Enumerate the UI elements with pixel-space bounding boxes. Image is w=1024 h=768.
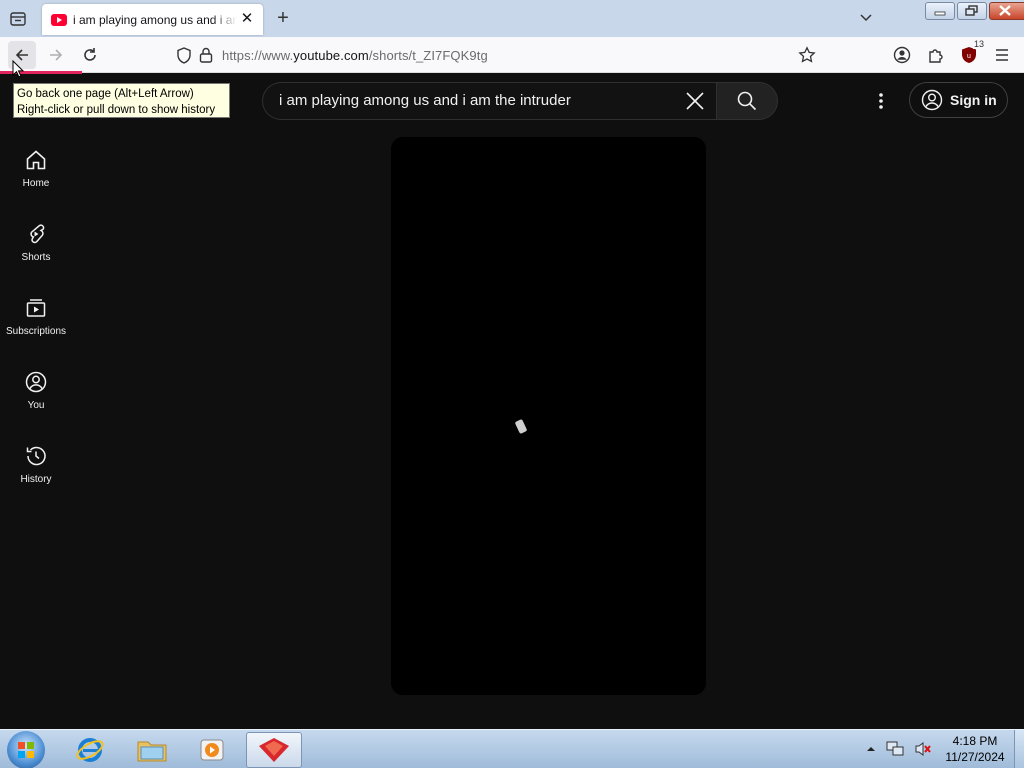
windows-taskbar: 4:18 PM 11/27/2024	[0, 729, 1024, 768]
you-icon	[25, 371, 47, 393]
mouse-cursor-icon	[12, 60, 24, 78]
search-icon	[737, 91, 757, 111]
minimize-icon	[934, 11, 946, 16]
star-icon	[798, 46, 816, 63]
clock-date: 11/27/2024	[945, 750, 1005, 764]
shorts-video-player[interactable]	[391, 137, 706, 695]
search-input[interactable]: i am playing among us and i am the intru…	[262, 82, 716, 120]
sidebar-item-history[interactable]: History	[0, 432, 72, 506]
new-tab-button[interactable]: +	[272, 8, 294, 30]
extension-badge: 13	[972, 39, 985, 49]
clock-time: 4:18 PM	[952, 734, 998, 748]
start-button[interactable]	[7, 731, 45, 768]
taskbar-media-player[interactable]	[184, 732, 240, 768]
url-host: youtube.com	[293, 48, 369, 63]
app-menu-button[interactable]	[988, 41, 1016, 69]
tab-strip: i am playing among us and i am the intru…	[0, 0, 1024, 37]
tab-list-icon	[10, 12, 26, 26]
close-window-button[interactable]	[989, 2, 1024, 20]
url-prefix: https://www.	[222, 48, 294, 63]
show-hidden-icons-icon[interactable]	[866, 744, 876, 754]
sidebar-item-subscriptions[interactable]: Subscriptions	[0, 284, 72, 358]
hamburger-menu-icon	[996, 49, 1008, 61]
youtube-favicon-icon	[51, 13, 67, 26]
sidebar-item-label: Shorts	[21, 252, 51, 263]
minimize-button[interactable]	[925, 2, 955, 20]
tooltip-line-2: Right-click or pull down to show history	[17, 104, 216, 116]
shorts-icon	[30, 224, 45, 244]
tab-title: i am playing among us and i am the intru…	[73, 12, 237, 27]
reload-button[interactable]	[76, 41, 104, 69]
lock-icon[interactable]	[199, 47, 213, 63]
forward-button[interactable]	[42, 41, 70, 69]
sign-in-label: Sign in	[950, 92, 997, 108]
taskbar-browser-active[interactable]	[246, 732, 302, 768]
browser-app-icon	[259, 738, 289, 762]
network-icon[interactable]	[886, 741, 904, 757]
url-path: /shorts/t_ZI7FQK9tg	[368, 48, 488, 63]
show-desktop-button[interactable]	[1014, 730, 1024, 768]
volume-muted-icon[interactable]	[914, 741, 932, 757]
sign-in-button[interactable]: Sign in	[909, 82, 1008, 118]
clear-x-icon	[686, 92, 704, 110]
system-tray	[866, 736, 932, 762]
history-icon	[26, 446, 46, 466]
url-text[interactable]: https://www.youtube.com/shorts/t_ZI7FQK9…	[222, 48, 488, 63]
chevron-down-icon	[860, 14, 872, 22]
sidebar-item-label: Subscriptions	[5, 326, 67, 337]
internet-explorer-icon	[76, 738, 104, 762]
search-query-text: i am playing among us and i am the intru…	[279, 92, 571, 109]
screen: i am playing among us and i am the intru…	[0, 0, 1024, 768]
address-bar[interactable]: https://www.youtube.com/shorts/t_ZI7FQK9…	[170, 40, 828, 70]
taskbar-clock[interactable]: 4:18 PM 11/27/2024	[940, 733, 1010, 765]
taskbar-internet-explorer[interactable]	[62, 732, 118, 768]
tab-list-button[interactable]	[6, 8, 30, 30]
sidebar-item-home[interactable]: Home	[0, 136, 72, 210]
list-all-tabs-button[interactable]	[858, 10, 876, 26]
more-vertical-icon	[879, 93, 883, 109]
back-button-tooltip: Go back one page (Alt+Left Arrow) Right-…	[13, 83, 230, 118]
sidebar-item-label: Home	[22, 178, 50, 189]
forward-arrow-icon	[50, 49, 63, 61]
navigation-toolbar: https://www.youtube.com/shorts/t_ZI7FQK9…	[0, 37, 1024, 73]
active-tab[interactable]: i am playing among us and i am the intru…	[42, 4, 263, 35]
clear-search-button[interactable]	[680, 86, 710, 116]
extensions-button[interactable]	[922, 41, 950, 69]
account-icon	[893, 46, 911, 64]
home-icon	[26, 150, 46, 170]
svg-text:u: u	[967, 53, 971, 60]
close-icon	[999, 5, 1011, 16]
sidebar-item-you[interactable]: You	[0, 358, 72, 432]
subscriptions-icon	[26, 299, 46, 317]
taskbar-file-explorer[interactable]	[124, 732, 180, 768]
tab-close-icon[interactable]: ✕	[240, 11, 254, 26]
ublock-extension-button[interactable]: u 13	[955, 39, 985, 69]
folder-icon	[137, 741, 167, 762]
sidebar-item-shorts[interactable]: Shorts	[0, 210, 72, 284]
tracking-protection-shield-icon[interactable]	[176, 47, 192, 64]
sidebar-item-label: History	[20, 474, 52, 485]
restore-icon	[965, 5, 978, 16]
sidebar-item-label: You	[27, 400, 45, 411]
puzzle-piece-icon	[929, 49, 943, 63]
user-circle-icon	[921, 89, 943, 111]
settings-menu-button[interactable]	[868, 88, 894, 114]
windows-logo-icon	[18, 742, 34, 758]
search-button[interactable]	[716, 82, 778, 120]
media-player-icon	[200, 739, 224, 761]
restore-button[interactable]	[957, 2, 987, 20]
bookmark-star-button[interactable]	[793, 41, 821, 69]
tooltip-line-1: Go back one page (Alt+Left Arrow)	[17, 88, 194, 100]
account-button[interactable]	[888, 41, 916, 69]
reload-icon	[84, 48, 96, 61]
